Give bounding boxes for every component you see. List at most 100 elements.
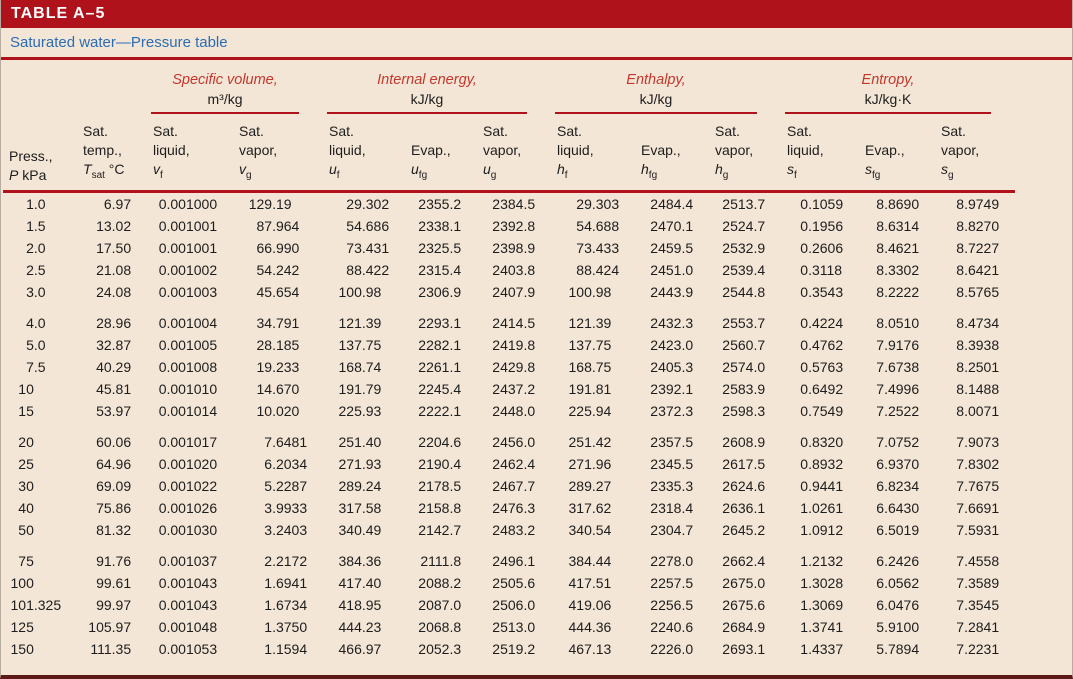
cell-integer-part: 0 [800, 314, 809, 331]
group-header-wrap: Internal energy, kJ/kg [327, 70, 527, 114]
table-cell: 0.001053 [147, 638, 233, 660]
table-cell: 24.08 [77, 281, 147, 303]
table-cell: 8.8270 [935, 215, 1015, 237]
cell-fraction-part: .6 [681, 618, 694, 635]
cell-fraction-part: .75 [361, 336, 382, 353]
cell-integer-part: 6 [876, 499, 885, 516]
cell-integer-part: 2467 [492, 477, 524, 494]
cell-integer-part: 15 [18, 402, 34, 419]
group-header: Enthalpy, kJ/kg [551, 60, 781, 114]
table-cell: 3.2403 [233, 519, 323, 541]
cell-fraction-part: .0 [33, 239, 46, 256]
table-cell: 0.1956 [781, 215, 859, 237]
cell-fraction-part: .32 [111, 521, 132, 538]
symbol-subscript: sat [91, 169, 105, 181]
cell-integer-part: 2496 [492, 552, 524, 569]
cell-integer-part: 0 [158, 402, 167, 419]
cell-fraction-part: .0 [33, 283, 46, 300]
cell-fraction-part: .95 [361, 596, 382, 613]
cell-fraction-part: .0 [753, 358, 766, 375]
cell-fraction-part: .1 [753, 640, 766, 657]
cell-integer-part: 7 [956, 618, 965, 635]
cell-fraction-part: .001003 [166, 283, 218, 300]
table-cell: 54.688 [551, 215, 635, 237]
group-unit: kJ/kg [639, 91, 673, 107]
table-cell: 0.001020 [147, 453, 233, 475]
table-cell: 2462.4 [477, 453, 551, 475]
column-header-line2: Evap., [411, 142, 451, 158]
cell-fraction-part: .7675 [964, 477, 1000, 494]
table-cell: 2142.7 [405, 519, 477, 541]
cell-fraction-part: .98 [361, 283, 382, 300]
cell-fraction-part: .7894 [884, 640, 920, 657]
cell-fraction-part: .1059 [808, 195, 844, 212]
cell-fraction-part: .001005 [166, 336, 218, 353]
cell-fraction-part: .0912 [808, 521, 844, 538]
cell-fraction-part: .0 [33, 314, 46, 331]
cell-integer-part: 2293 [418, 314, 450, 331]
cell-integer-part: 2384 [492, 195, 524, 212]
column-header-symbol: sf [787, 160, 859, 185]
column-header-line1 [865, 122, 935, 141]
cell-fraction-part: .422 [361, 261, 390, 278]
cell-fraction-part: .39 [591, 314, 612, 331]
cell-fraction-part: .4 [681, 195, 694, 212]
table-cell: 8.2222 [859, 281, 935, 303]
cell-fraction-part: .7 [753, 195, 766, 212]
cell-fraction-part: .3750 [272, 618, 308, 635]
cell-fraction-part: .2501 [964, 358, 1000, 375]
cell-integer-part: 2068 [418, 618, 450, 635]
table-cell: 2443.9 [635, 281, 709, 303]
cell-fraction-part: .3 [449, 640, 462, 657]
table-cell: 7.5 [3, 356, 77, 378]
table-cell: 6.97 [77, 191, 147, 215]
cell-integer-part: 0 [800, 477, 809, 494]
table-row: 5.0 32.87 0.001005 28.185 137.75 2282.1 2419.8… [3, 334, 1015, 356]
table-cell: 2506.0 [477, 594, 551, 616]
cell-fraction-part: .9 [681, 283, 694, 300]
table-cell: 2524.7 [709, 215, 781, 237]
cell-integer-part: 88 [346, 261, 362, 278]
cell-integer-part: 6 [876, 552, 885, 569]
cell-fraction-part: .76 [111, 552, 132, 569]
cell-integer-part: 2245 [418, 380, 450, 397]
cell-fraction-part: .001000 [166, 195, 218, 212]
cell-fraction-part: .2287 [272, 477, 308, 494]
table-cell: 10.020 [233, 400, 323, 422]
table-cell: 2257.5 [635, 572, 709, 594]
cell-integer-part: 7 [956, 521, 965, 538]
cell-fraction-part: .424 [591, 261, 620, 278]
cell-integer-part: 137 [338, 336, 362, 353]
table-cell: 8.0071 [935, 400, 1015, 422]
table-cell: 2693.1 [709, 638, 781, 660]
cell-fraction-part: .3 [681, 358, 694, 375]
cell-fraction-part: .79 [361, 380, 382, 397]
cell-fraction-part: .8 [449, 618, 462, 635]
table-cell: 2190.4 [405, 453, 477, 475]
table-cell: 8.2501 [935, 356, 1015, 378]
cell-fraction-part: .58 [361, 499, 382, 516]
cell-fraction-part: .75 [591, 336, 612, 353]
symbol-subscript: g [722, 169, 729, 181]
cell-fraction-part: .4762 [808, 336, 844, 353]
cell-fraction-part: .001022 [166, 477, 218, 494]
cell-integer-part: 2432 [650, 314, 682, 331]
cell-fraction-part: .9 [523, 283, 536, 300]
table-cell: 340.49 [323, 519, 405, 541]
cell-integer-part: 191 [338, 380, 362, 397]
table-cell: 1.5 [3, 215, 77, 237]
cell-fraction-part: .97 [111, 618, 132, 635]
column-header-line1: Sat. [557, 123, 582, 139]
table-head: Specific volume, m³/kg Internal energy, kJ/… [3, 60, 1015, 193]
table-cell: 6.0476 [859, 594, 935, 616]
cell-integer-part: 2617 [722, 455, 754, 472]
column-header-line2: vapor, [483, 142, 522, 158]
spacer-cell [3, 541, 1015, 550]
cell-integer-part: 40 [18, 499, 34, 516]
cell-integer-part: 2506 [492, 596, 524, 613]
table-cell: 289.27 [551, 475, 635, 497]
cell-fraction-part: .4 [681, 499, 694, 516]
cell-integer-part: 1 [800, 521, 809, 538]
column-header-row: Press., P kPa Sat. temp., Tsat °C Sat. liquid,… [3, 114, 1015, 193]
table-cell: 1.6734 [233, 594, 323, 616]
